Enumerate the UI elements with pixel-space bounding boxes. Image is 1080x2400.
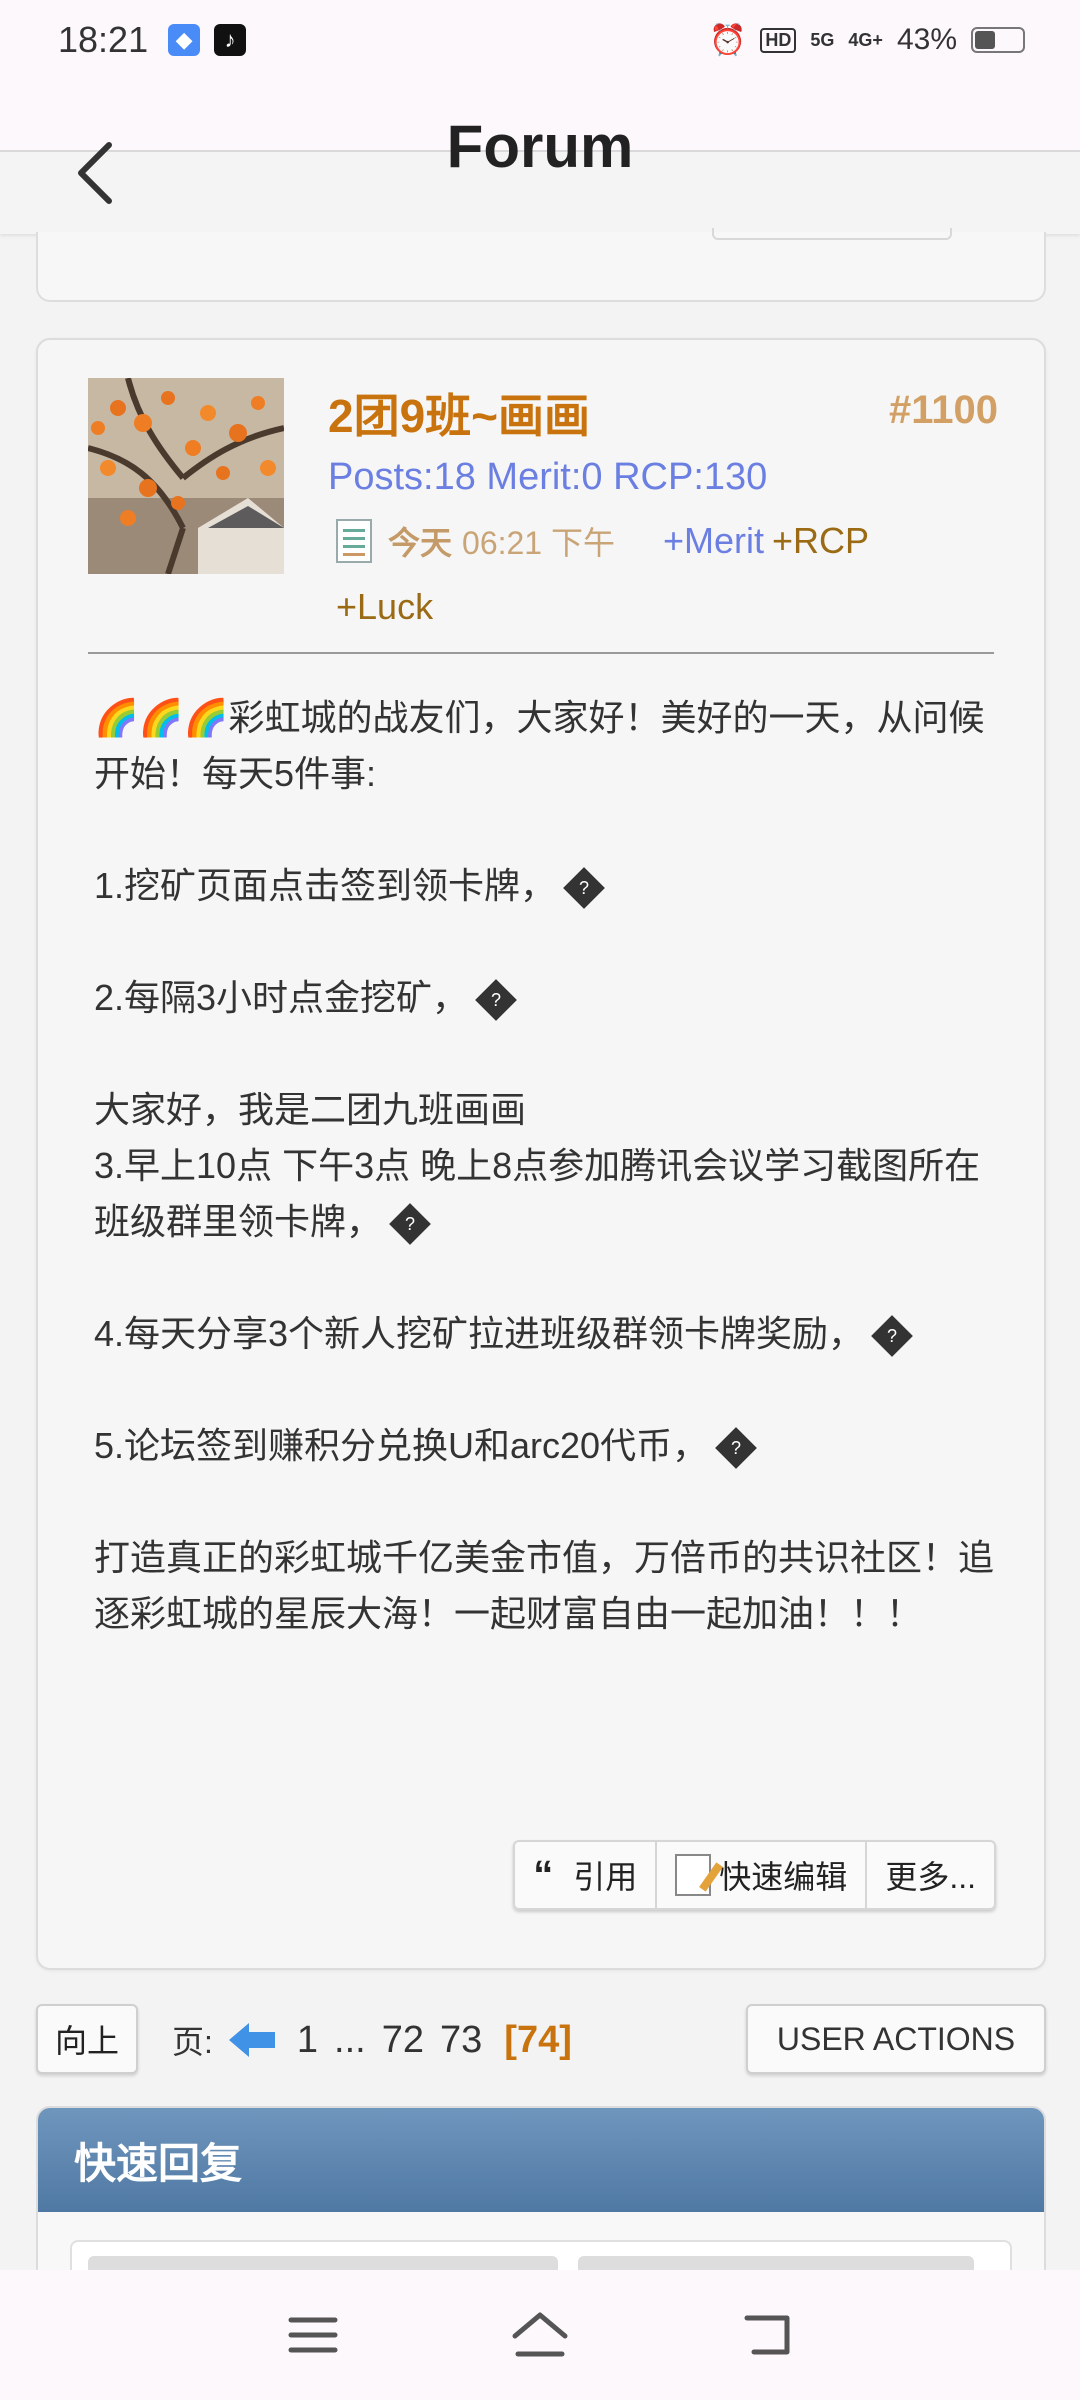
previous-page-arrow-icon[interactable]: [228, 2023, 275, 2057]
post-item-3: 3.早上10点 下午3点 晚上8点参加腾讯会议学习截图所在班级群里领卡牌，?: [94, 1138, 994, 1250]
previous-post-actions: [712, 228, 952, 240]
post-time: 06:21 下午: [462, 525, 615, 561]
user-actions-button[interactable]: USER ACTIONS: [746, 2004, 1046, 2074]
notification-icons: ◆ ♪: [168, 24, 247, 56]
menu-icon: [288, 2317, 338, 2353]
quote-button[interactable]: “ 引用: [513, 1840, 658, 1910]
unknown-glyph-icon: ?: [389, 1203, 431, 1246]
plus-merit-link[interactable]: +Merit: [663, 520, 764, 562]
post-body: 🌈🌈🌈彩虹城的战友们，大家好！美好的一天，从问候开始！每天5件事: 1.挖矿页面…: [94, 690, 994, 1698]
avatar[interactable]: [88, 378, 284, 574]
signal-5g-icon: 5G: [810, 29, 835, 50]
page-title: Forum: [446, 113, 634, 180]
signal-4g-icon: 4G+: [848, 29, 883, 50]
forum-post: 2团9班~画画 #1100 Posts:18 Merit:0 RCP:130 今…: [36, 338, 1046, 1970]
post-item-4: 4.每天分享3个新人挖矿拉进班级群领卡牌奖励，?: [94, 1306, 994, 1362]
post-date-today: 今天: [388, 525, 453, 561]
alarm-icon: ⏰: [709, 23, 747, 57]
current-page: [74]: [504, 2018, 572, 2061]
document-icon: [336, 519, 372, 563]
post-intro: 🌈🌈🌈彩虹城的战友们，大家好！美好的一天，从问候开始！每天5件事:: [94, 697, 985, 794]
unknown-glyph-icon: ?: [715, 1427, 757, 1470]
post-item-1: 1.挖矿页面点击签到领卡牌，?: [94, 858, 994, 914]
unknown-glyph-icon: ?: [871, 1315, 913, 1358]
battery-icon: [971, 27, 1025, 53]
chevron-left-icon: [78, 142, 112, 204]
page-link-73[interactable]: 73: [440, 2019, 482, 2062]
quote-icon: “: [533, 1853, 554, 1897]
user-stats: Posts:18 Merit:0 RCP:130: [328, 456, 768, 498]
home-button[interactable]: [500, 2295, 580, 2375]
edit-document-icon: [675, 1854, 712, 1896]
status-time: 18:21: [58, 19, 149, 60]
hd-badge: HD: [760, 27, 797, 53]
post-item-5: 5.论坛签到赚积分兑换U和arc20代币，?: [94, 1418, 994, 1474]
plus-rcp-link[interactable]: +RCP: [772, 520, 869, 562]
page-label: 页:: [172, 2024, 213, 2060]
status-bar: 18:21 ◆ ♪ ⏰ HD 5G 4G+ 43%: [0, 0, 1080, 80]
page-ellipsis: ...: [334, 2018, 366, 2061]
post-actions: “ 引用 快速编辑 更多...: [513, 1840, 996, 1910]
system-nav-bar: [0, 2270, 1080, 2400]
page-link-72[interactable]: 72: [382, 2019, 424, 2062]
page-link-1[interactable]: 1: [297, 2019, 318, 2062]
back-button[interactable]: [70, 138, 120, 208]
battery-percent: 43%: [896, 23, 957, 56]
scroll-up-button[interactable]: 向上: [36, 2004, 138, 2074]
more-button[interactable]: 更多...: [867, 1840, 996, 1910]
quick-reply-title: 快速回复: [38, 2108, 1044, 2212]
status-indicators: ⏰ HD 5G 4G+ 43%: [709, 23, 1025, 58]
post-greeting: 大家好，我是二团九班画画: [94, 1089, 527, 1130]
return-icon: [744, 2315, 790, 2355]
plus-luck-link[interactable]: +Luck: [336, 586, 433, 628]
unknown-glyph-icon: ?: [563, 867, 605, 910]
previous-post-card: [36, 232, 1046, 302]
tiktok-icon: ♪: [214, 24, 247, 56]
pagination: 页: 1 ... 72 73 [74]: [172, 2010, 572, 2070]
app-notification-icon: ◆: [168, 24, 201, 56]
quick-edit-button[interactable]: 快速编辑: [657, 1840, 868, 1910]
post-username[interactable]: 2团9班~画画: [328, 380, 590, 446]
home-icon: [512, 2312, 568, 2357]
unknown-glyph-icon: ?: [475, 979, 517, 1022]
back-nav-button[interactable]: [727, 2295, 807, 2375]
menu-button[interactable]: [273, 2295, 353, 2375]
post-closing: 打造真正的彩虹城千亿美金市值，万倍币的共识社区！追逐彩虹城的星辰大海！一起财富自…: [94, 1537, 995, 1634]
post-item-2: 2.每隔3小时点金挖矿，?: [94, 970, 994, 1026]
post-number[interactable]: #1100: [889, 388, 998, 433]
post-divider: [88, 652, 994, 654]
post-meta: 今天 06:21 下午 +Merit +RCP: [336, 518, 869, 564]
